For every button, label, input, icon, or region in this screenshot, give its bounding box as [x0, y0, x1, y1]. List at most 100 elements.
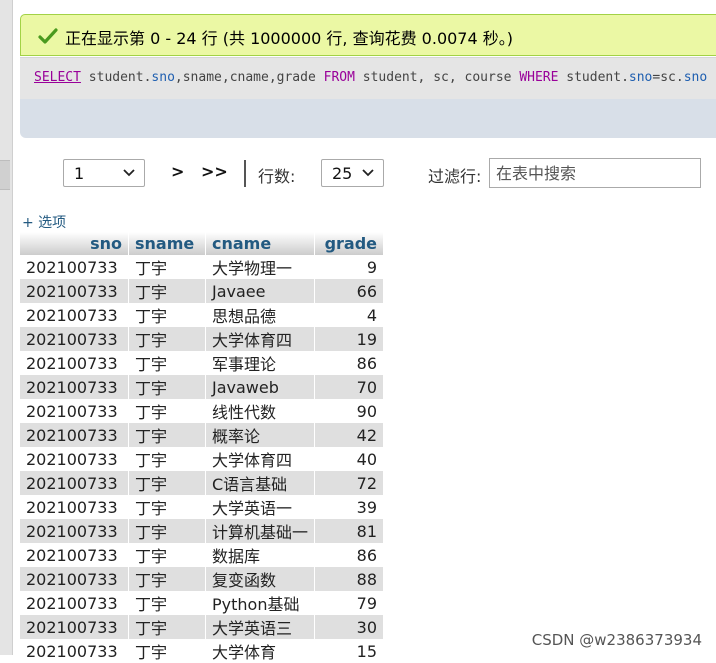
rows-label: 行数: [258, 167, 296, 186]
table-row[interactable]: 202100733 丁宇 Javaweb 70 [20, 375, 385, 399]
cell-cname: 军事理论 [205, 351, 316, 375]
sql-text: =sc. [652, 70, 684, 85]
cell-sno: 202100733 [20, 255, 129, 279]
cell-grade: 42 [314, 423, 385, 447]
sql-keyword-select[interactable]: SELECT [34, 70, 81, 85]
next-page-button[interactable]: > [171, 162, 184, 181]
sql-query-footer [20, 99, 716, 138]
cell-sno: 202100733 [20, 543, 129, 567]
cell-cname: Javaee [205, 279, 316, 303]
cell-sno: 202100733 [20, 639, 129, 663]
table-row[interactable]: 202100733 丁宇 大学体育 15 [20, 639, 385, 663]
sql-column: sno [683, 70, 708, 85]
table-row[interactable]: 202100733 丁宇 计算机基础一 81 [20, 519, 385, 543]
cell-sno: 202100733 [20, 591, 129, 615]
cell-cname: 大学英语三 [205, 615, 316, 639]
cell-grade: 15 [314, 639, 385, 663]
options-link[interactable]: + 选项 [22, 212, 66, 232]
cell-sname: 丁宇 [128, 639, 206, 663]
page-number-select[interactable]: 1 [63, 159, 145, 187]
cell-cname: Javaweb [205, 375, 316, 399]
sql-keyword-from: FROM [323, 70, 355, 85]
cell-cname: 大学物理一 [205, 255, 316, 279]
cell-grade: 88 [314, 567, 385, 591]
cell-sname: 丁宇 [128, 519, 206, 543]
cell-cname: 大学体育四 [205, 447, 316, 471]
cell-sno: 202100733 [20, 327, 129, 351]
cell-sname: 丁宇 [128, 303, 206, 327]
cell-sname: 丁宇 [128, 351, 206, 375]
cell-grade: 4 [314, 303, 385, 327]
cell-cname: 大学体育 [205, 639, 316, 663]
table-row[interactable]: 202100733 丁宇 大学英语一 39 [20, 495, 385, 519]
cell-sno: 202100733 [20, 615, 129, 639]
table-row[interactable]: 202100733 丁宇 Javaee 66 [20, 279, 385, 303]
sql-column: sno [151, 70, 175, 85]
cell-grade: 72 [314, 471, 385, 495]
column-header-grade[interactable]: grade [314, 232, 385, 255]
filter-rows-input[interactable] [489, 158, 701, 188]
cell-cname: 数据库 [205, 543, 316, 567]
cell-cname: 大学体育四 [205, 327, 316, 351]
results-table: sno sname cname grade 202100733 丁宇 大学物理一 9 2… [20, 232, 385, 663]
cell-sname: 丁宇 [128, 255, 206, 279]
sql-text: student. [558, 70, 629, 85]
table-row[interactable]: 202100733 丁宇 军事理论 86 [20, 351, 385, 375]
cell-sname: 丁宇 [128, 591, 206, 615]
sql-query-box: SELECT student.sno,sname,cname,grade FRO… [20, 57, 716, 99]
cell-cname: 计算机基础一 [205, 519, 316, 543]
page-number-value: 1 [74, 164, 85, 183]
cell-sname: 丁宇 [128, 543, 206, 567]
cell-sno: 202100733 [20, 423, 129, 447]
column-header-cname[interactable]: cname [205, 232, 316, 255]
column-header-sname[interactable]: sname [128, 232, 206, 255]
cell-grade: 81 [314, 519, 385, 543]
cell-grade: 66 [314, 279, 385, 303]
table-row[interactable]: 202100733 丁宇 大学体育四 19 [20, 327, 385, 351]
success-message-text: 正在显示第 0 - 24 行 (共 1000000 行, 查询花费 0.0074… [65, 29, 513, 48]
cell-sname: 丁宇 [128, 615, 206, 639]
cell-sno: 202100733 [20, 471, 129, 495]
success-message: 正在显示第 0 - 24 行 (共 1000000 行, 查询花费 0.0074… [20, 14, 716, 56]
column-header-sno[interactable]: sno [20, 232, 129, 255]
chevron-down-icon [123, 169, 135, 177]
chevron-down-icon [362, 169, 374, 177]
sql-column: sno [628, 70, 653, 85]
table-row[interactable]: 202100733 丁宇 Python基础 79 [20, 591, 385, 615]
table-row[interactable]: 202100733 丁宇 数据库 86 [20, 543, 385, 567]
cell-grade: 90 [314, 399, 385, 423]
cell-sno: 202100733 [20, 279, 129, 303]
cell-cname: 大学英语一 [205, 495, 316, 519]
last-page-button[interactable]: >> [201, 162, 228, 181]
cell-sname: 丁宇 [128, 327, 206, 351]
table-row[interactable]: 202100733 丁宇 概率论 42 [20, 423, 385, 447]
cell-sno: 202100733 [20, 519, 129, 543]
cell-sname: 丁宇 [128, 279, 206, 303]
table-row[interactable]: 202100733 丁宇 线性代数 90 [20, 399, 385, 423]
cell-sno: 202100733 [20, 303, 129, 327]
cell-sno: 202100733 [20, 399, 129, 423]
table-row[interactable]: 202100733 丁宇 大学体育四 40 [20, 447, 385, 471]
cell-sno: 202100733 [20, 375, 129, 399]
cell-cname: 思想品德 [205, 303, 316, 327]
cell-sno: 202100733 [20, 495, 129, 519]
cell-sname: 丁宇 [128, 375, 206, 399]
cell-sname: 丁宇 [128, 567, 206, 591]
watermark: CSDN @w2386373934 [531, 631, 702, 649]
table-row[interactable]: 202100733 丁宇 复变函数 88 [20, 567, 385, 591]
cell-sname: 丁宇 [128, 495, 206, 519]
table-row[interactable]: 202100733 丁宇 大学英语三 30 [20, 615, 385, 639]
rows-per-page-select[interactable]: 25 [321, 159, 384, 187]
cell-grade: 79 [314, 591, 385, 615]
cell-grade: 70 [314, 375, 385, 399]
check-icon [38, 28, 58, 44]
table-row[interactable]: 202100733 丁宇 思想品德 4 [20, 303, 385, 327]
cell-cname: 复变函数 [205, 567, 316, 591]
left-panel-handle[interactable] [0, 160, 10, 190]
cell-grade: 40 [314, 447, 385, 471]
nav-divider [244, 160, 246, 187]
filter-label: 过滤行: [428, 167, 482, 186]
table-row[interactable]: 202100733 丁宇 大学物理一 9 [20, 255, 385, 279]
left-panel-strip [0, 0, 13, 655]
table-row[interactable]: 202100733 丁宇 C语言基础 72 [20, 471, 385, 495]
